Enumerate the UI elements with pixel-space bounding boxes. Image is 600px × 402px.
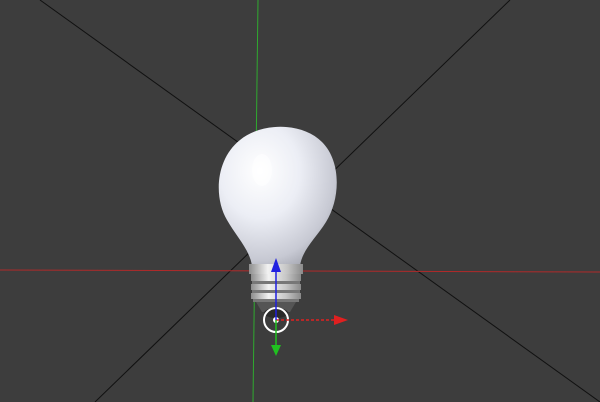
gizmo-x-arrow-icon[interactable] [334,315,348,325]
bulb-glass[interactable] [218,126,337,266]
gizmo-y-arrow-icon[interactable] [271,345,281,356]
bulb-highlight [252,154,272,186]
light-bulb-object[interactable] [218,126,337,318]
3d-viewport[interactable] [0,0,600,402]
transform-gizmo[interactable] [263,258,348,356]
viewport-canvas[interactable] [0,0,600,402]
